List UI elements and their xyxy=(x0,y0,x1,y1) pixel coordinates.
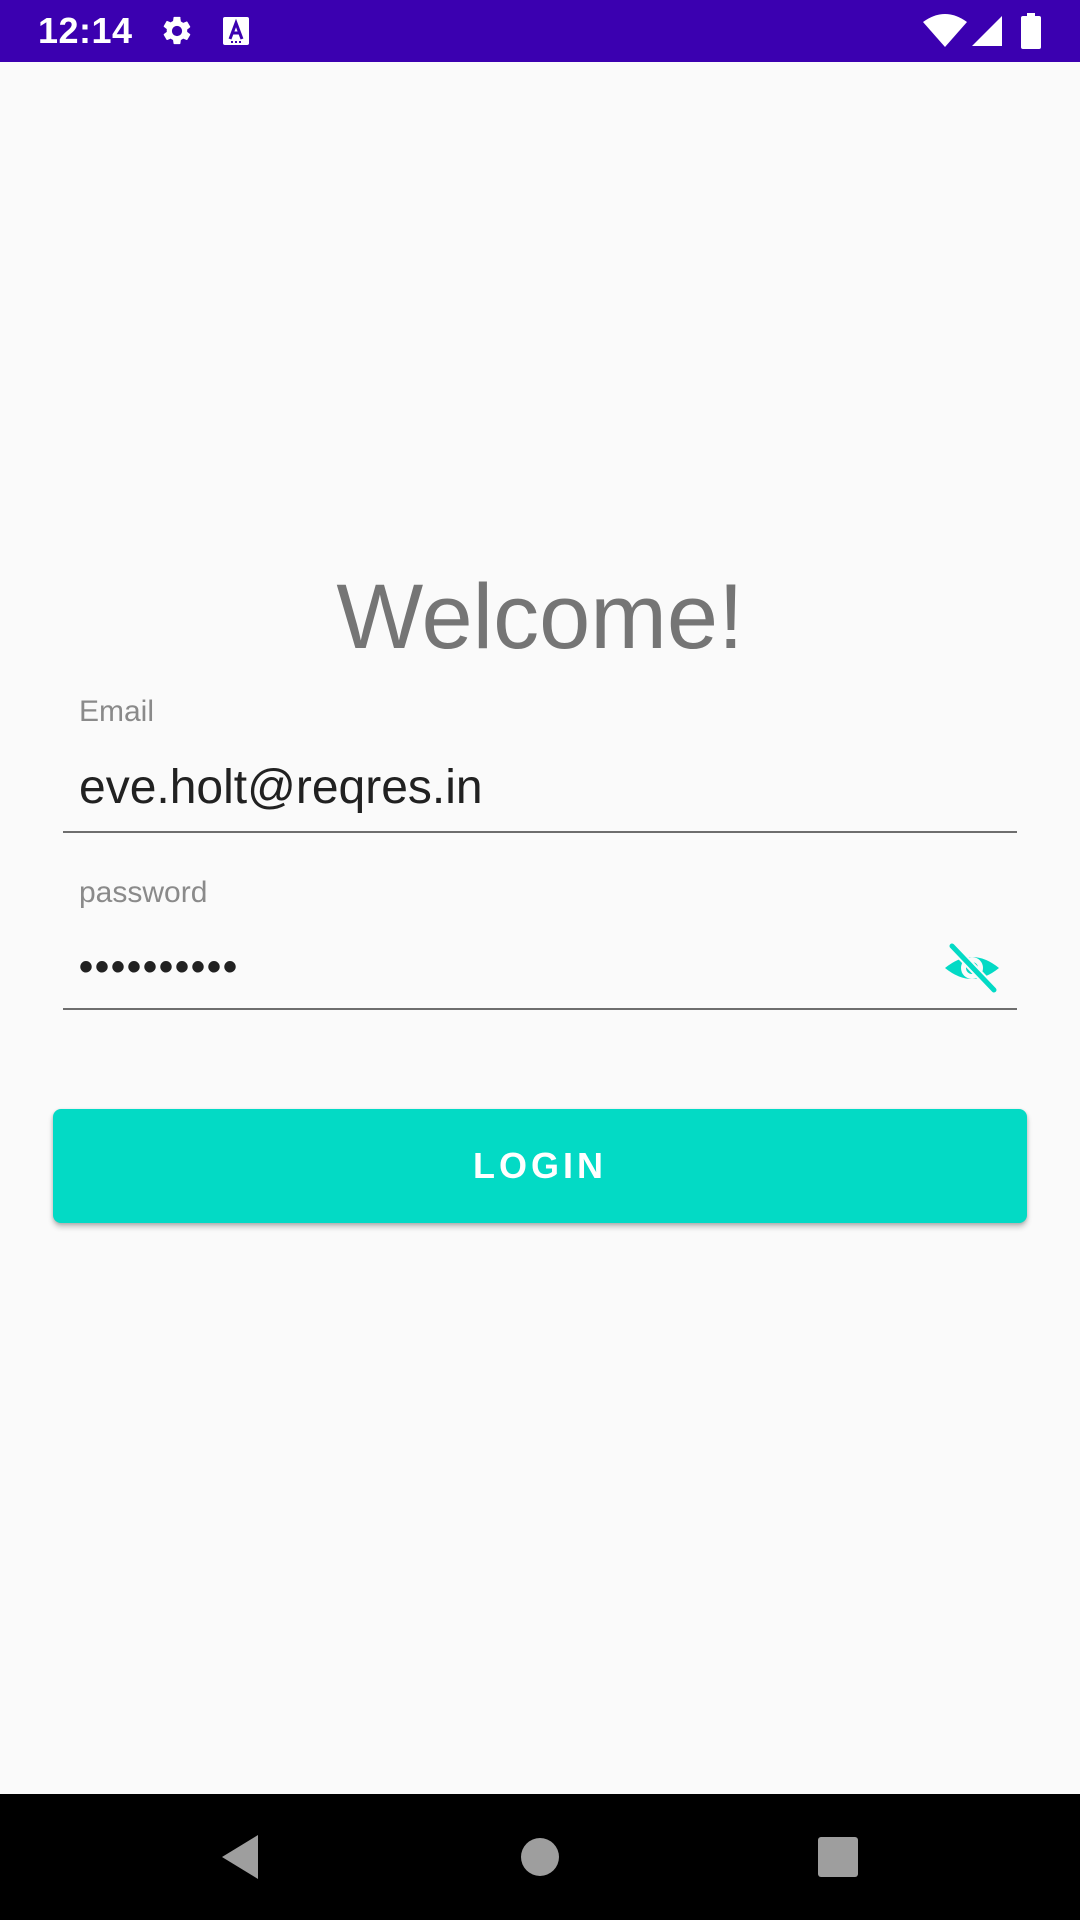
welcome-title: Welcome! xyxy=(336,566,744,668)
signal-icon xyxy=(970,0,1004,62)
gear-icon xyxy=(160,0,194,62)
email-label: Email xyxy=(79,695,155,728)
login-button[interactable]: LOGIN xyxy=(53,1109,1027,1223)
password-underline xyxy=(63,1008,1017,1010)
email-field[interactable] xyxy=(79,760,979,816)
visibility-off-icon[interactable] xyxy=(940,942,1004,994)
status-bar: 12:14 xyxy=(0,0,1080,62)
email-underline xyxy=(63,831,1017,833)
a-text-icon xyxy=(222,0,250,62)
recents-icon[interactable] xyxy=(798,1794,878,1920)
navigation-bar xyxy=(0,1794,1080,1920)
login-screen: Welcome! Email password •••••••••• LOGIN xyxy=(0,62,1080,1794)
home-icon[interactable] xyxy=(502,1794,578,1920)
back-icon[interactable] xyxy=(206,1794,274,1920)
battery-icon xyxy=(1020,0,1042,62)
wifi-icon xyxy=(922,0,968,62)
password-label: password xyxy=(79,876,208,909)
status-time: 12:14 xyxy=(38,10,133,51)
password-field[interactable]: •••••••••• xyxy=(79,942,239,992)
